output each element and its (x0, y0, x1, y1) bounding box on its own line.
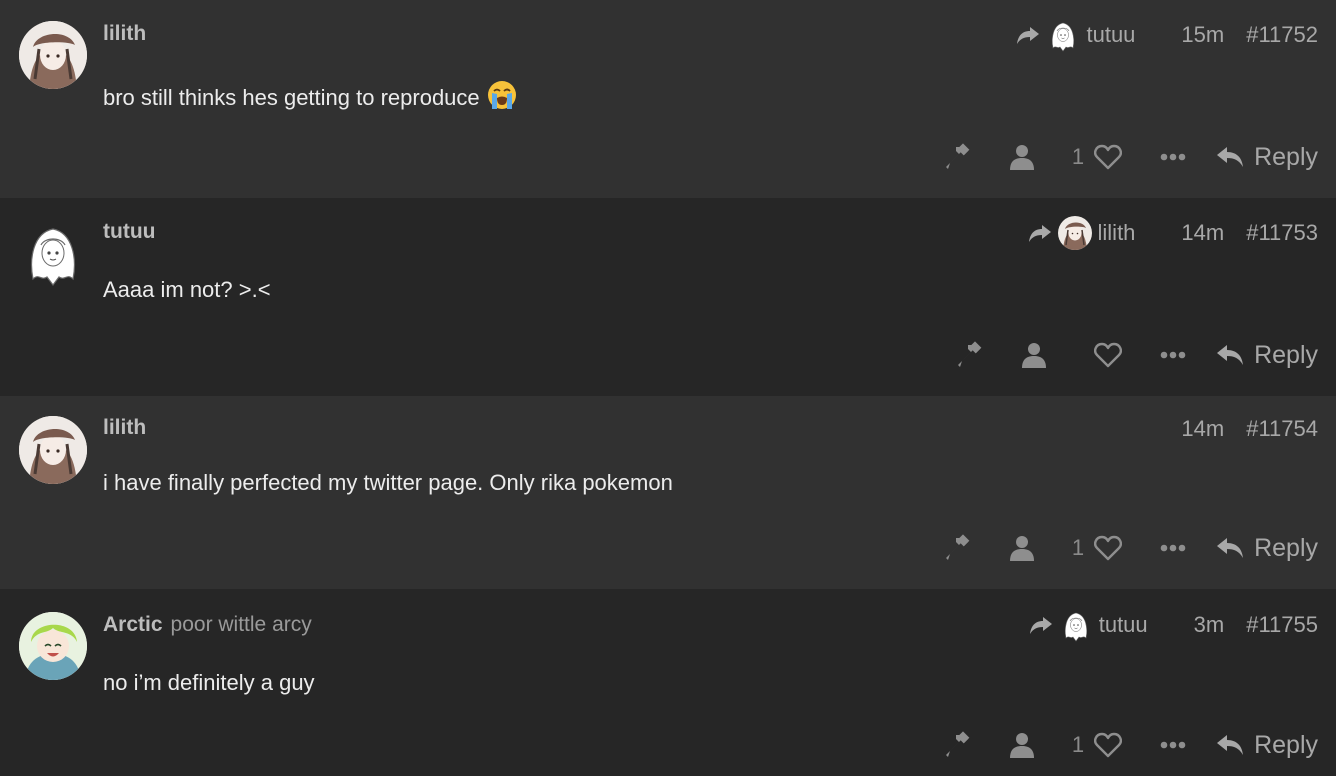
post-meta: lilith 14m #11753 (1028, 218, 1318, 248)
share-arrow-icon (1028, 223, 1052, 243)
post-time[interactable]: 15m (1181, 22, 1224, 48)
heart-icon (1094, 342, 1122, 368)
username[interactable]: lilith (103, 22, 146, 46)
like-count: 1 (1071, 144, 1085, 169)
reply-to[interactable]: tutuu (1016, 18, 1135, 52)
post-content: no i’m definitely a guy (103, 670, 315, 695)
avatar[interactable] (19, 21, 87, 89)
like-button[interactable]: 1 (1072, 732, 1122, 758)
hammer-icon[interactable] (956, 341, 984, 369)
reply-arrow-icon (1216, 733, 1244, 757)
post-number[interactable]: #11755 (1246, 612, 1318, 638)
post-time[interactable]: 3m (1194, 612, 1225, 638)
ellipsis-icon[interactable] (1160, 544, 1186, 552)
avatar[interactable] (19, 612, 87, 680)
reply-to[interactable]: tutuu (1029, 608, 1148, 642)
post-number[interactable]: #11754 (1246, 416, 1318, 442)
username[interactable]: Arctic poor wittle arcy (103, 613, 312, 637)
reply-label: Reply (1254, 142, 1318, 171)
reply-button[interactable]: Reply (1216, 731, 1318, 760)
user-title: poor wittle arcy (170, 613, 312, 636)
reply-arrow-icon (1216, 343, 1244, 367)
post-number[interactable]: #11753 (1246, 220, 1318, 246)
ellipsis-icon[interactable] (1160, 741, 1186, 749)
heart-icon (1094, 535, 1122, 561)
post-actions: Reply (918, 338, 1318, 372)
like-count: 1 (1071, 535, 1085, 560)
reply-arrow-icon (1216, 536, 1244, 560)
share-arrow-icon (1016, 25, 1040, 45)
post-meta: tutuu 3m #11755 (1029, 610, 1318, 640)
heart-icon (1094, 732, 1122, 758)
user-icon[interactable] (1010, 535, 1034, 561)
reply-label: Reply (1254, 730, 1318, 759)
post-11754: lilith 14m #11754 i have finally perfect… (0, 396, 1336, 589)
avatar[interactable] (19, 416, 87, 484)
reply-to-username: tutuu (1086, 22, 1136, 47)
reply-button[interactable]: Reply (1216, 534, 1318, 563)
post-content: i have finally perfected my twitter page… (103, 470, 673, 495)
ellipsis-icon[interactable] (1160, 153, 1186, 161)
reply-to-username: tutuu (1098, 612, 1148, 637)
reply-to-username: lilith (1097, 220, 1136, 245)
reply-to-avatar (1046, 18, 1080, 52)
post-meta: 14m #11754 (1181, 414, 1318, 444)
like-button[interactable]: 1 (1072, 144, 1122, 170)
post-content: Aaaa im not? >.< (103, 277, 271, 302)
post-content: bro still thinks hes getting to reproduc… (103, 79, 518, 111)
post-11752: lilith tutuu 15m #11752 bro still thinks… (0, 0, 1336, 198)
user-icon[interactable] (1022, 342, 1046, 368)
like-count: 1 (1071, 732, 1085, 757)
post-actions: 1 Reply (906, 728, 1318, 762)
reply-label: Reply (1254, 533, 1318, 562)
post-11755: Arctic poor wittle arcy tutuu 3m #11755 n… (0, 589, 1336, 776)
hammer-icon[interactable] (944, 731, 972, 759)
reply-arrow-icon (1216, 145, 1244, 169)
loudly-crying-face-icon (486, 79, 518, 111)
post-meta: tutuu 15m #11752 (1016, 20, 1318, 50)
post-time[interactable]: 14m (1181, 220, 1224, 246)
hammer-icon[interactable] (944, 143, 972, 171)
post-actions: 1 Reply (906, 140, 1318, 174)
heart-icon (1094, 144, 1122, 170)
username[interactable]: lilith (103, 416, 146, 440)
reply-to[interactable]: lilith (1028, 216, 1136, 250)
post-actions: 1 Reply (906, 531, 1318, 565)
user-icon[interactable] (1010, 144, 1034, 170)
like-button[interactable]: 1 (1072, 535, 1122, 561)
hammer-icon[interactable] (944, 534, 972, 562)
like-button[interactable] (1084, 342, 1122, 368)
reply-button[interactable]: Reply (1216, 341, 1318, 370)
post-number[interactable]: #11752 (1246, 22, 1318, 48)
post-11753: tutuu lilith 14m #11753 Aaaa im not? >.<… (0, 198, 1336, 396)
avatar[interactable] (19, 219, 87, 287)
reply-button[interactable]: Reply (1216, 143, 1318, 172)
username[interactable]: tutuu (103, 220, 155, 244)
user-icon[interactable] (1010, 732, 1034, 758)
ellipsis-icon[interactable] (1160, 351, 1186, 359)
share-arrow-icon (1029, 615, 1053, 635)
reply-to-avatar (1058, 216, 1092, 250)
reply-label: Reply (1254, 340, 1318, 369)
reply-to-avatar (1059, 608, 1093, 642)
post-time[interactable]: 14m (1181, 416, 1224, 442)
